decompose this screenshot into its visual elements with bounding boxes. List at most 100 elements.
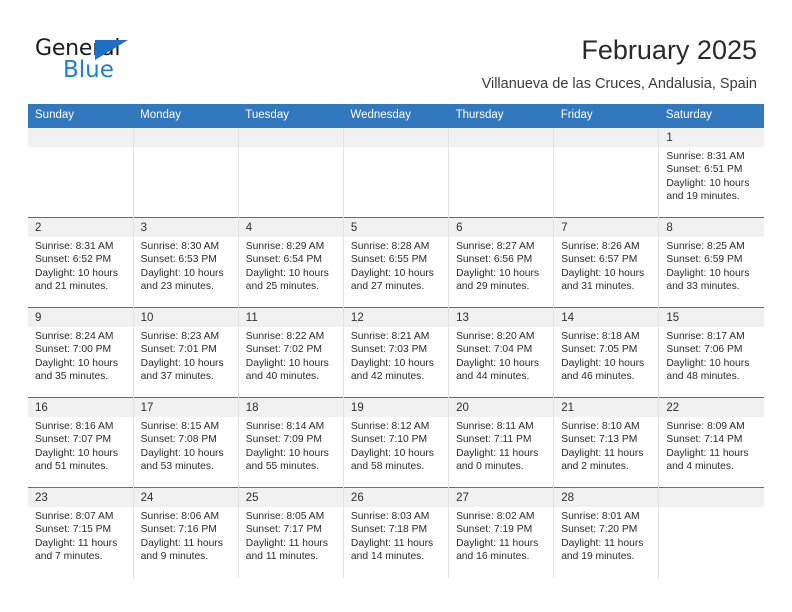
daylight-text-line1: Daylight: 10 hours [350,267,434,279]
sunset-text: Sunset: 7:03 PM [350,344,428,356]
daylight-text-line2: and 25 minutes. [245,281,320,293]
sunrise-text: Sunrise: 8:06 AM [140,511,220,522]
calendar-day-cell[interactable]: 14 Sunrise: 8:18 AM Sunset: 7:05 PM Dayligh… [553,307,659,398]
calendar-day-cell[interactable]: 28 Sunrise: 8:01 AM Sunset: 7:20 PM Dayligh… [553,487,659,578]
daylight-text-line2: and 35 minutes. [35,371,109,383]
calendar-day-cell[interactable]: 26 Sunrise: 8:03 AM Sunset: 7:18 PM Dayligh… [342,487,449,578]
daylight-text-line2: and 33 minutes. [666,281,740,293]
calendar-day-cell[interactable]: 6 Sunrise: 8:27 AM Sunset: 6:56 PM Daylight… [448,217,554,308]
calendar-day-cell[interactable]: 19 Sunrise: 8:12 AM Sunset: 7:10 PM Dayligh… [342,397,449,488]
calendar-day-cell[interactable]: 20 Sunrise: 8:11 AM Sunset: 7:11 PM Dayligh… [448,397,554,488]
calendar-day-cell[interactable]: 15 Sunrise: 8:17 AM Sunset: 7:06 PM Dayligh… [658,307,764,398]
daylight-text-line2: and 9 minutes. [140,551,209,563]
calendar-day-cell[interactable]: 2 Sunrise: 8:31 AM Sunset: 6:52 PM Daylight… [28,217,134,308]
day-number [28,128,133,147]
day-number: 26 [343,488,449,507]
sunset-text: Sunset: 7:13 PM [561,434,638,446]
day-details: Sunrise: 8:21 AM Sunset: 7:03 PM Daylight:… [344,327,448,384]
sunrise-text: Sunrise: 8:12 AM [350,421,430,432]
calendar-day-cell-empty [237,127,344,218]
calendar-day-cell[interactable]: 21 Sunrise: 8:10 AM Sunset: 7:13 PM Dayligh… [553,397,659,488]
sunrise-text: Sunrise: 8:23 AM [140,331,220,342]
daylight-text-line1: Daylight: 11 hours [561,537,644,549]
calendar-day-cell[interactable]: 10 Sunrise: 8:23 AM Sunset: 7:01 PM Dayligh… [132,307,239,398]
calendar-day-cell[interactable]: 16 Sunrise: 8:16 AM Sunset: 7:07 PM Dayligh… [28,397,134,488]
calendar-day-cell[interactable]: 1 Sunrise: 8:31 AM Sunset: 6:51 PM Daylight… [658,127,764,218]
calendar-day-cell[interactable]: 8 Sunrise: 8:25 AM Sunset: 6:59 PM Daylight… [658,217,764,308]
daylight-text-line2: and 37 minutes. [140,371,214,383]
calendar-day-cell[interactable]: 24 Sunrise: 8:06 AM Sunset: 7:16 PM Dayligh… [132,487,239,578]
sunset-text: Sunset: 7:18 PM [350,524,428,536]
daylight-text-line1: Daylight: 11 hours [35,537,118,549]
calendar-week-row: 2 Sunrise: 8:31 AM Sunset: 6:52 PM Daylight… [28,217,764,308]
calendar-day-cell[interactable]: 7 Sunrise: 8:26 AM Sunset: 6:57 PM Daylight… [553,217,659,308]
calendar-day-cell[interactable]: 25 Sunrise: 8:05 AM Sunset: 7:17 PM Dayligh… [237,487,344,578]
day-number: 11 [238,308,343,327]
calendar-day-cell[interactable]: 11 Sunrise: 8:22 AM Sunset: 7:02 PM Dayligh… [237,307,344,398]
sunrise-text: Sunrise: 8:16 AM [35,421,114,432]
daylight-text-line1: Daylight: 10 hours [140,357,224,369]
sunset-text: Sunset: 7:05 PM [561,344,638,356]
sunset-text: Sunset: 7:20 PM [561,524,638,536]
daylight-text-line1: Daylight: 10 hours [35,357,118,369]
daylight-text-line2: and 23 minutes. [140,281,214,293]
sunrise-text: Sunrise: 8:11 AM [456,421,534,432]
calendar-day-cell[interactable]: 27 Sunrise: 8:02 AM Sunset: 7:19 PM Dayligh… [448,487,554,578]
sunset-text: Sunset: 7:17 PM [245,524,322,536]
daylight-text-line2: and 11 minutes. [245,551,319,563]
sunrise-text: Sunrise: 8:30 AM [140,241,220,252]
calendar-table: Sunday Monday Tuesday Wednesday Thursday… [28,104,764,578]
calendar-day-cell[interactable]: 22 Sunrise: 8:09 AM Sunset: 7:14 PM Dayligh… [658,397,764,488]
weekday-header-saturday: Saturday [658,104,764,128]
day-number: 14 [554,308,659,327]
sunset-text: Sunset: 6:54 PM [245,254,322,266]
day-number: 25 [238,488,343,507]
day-number: 16 [28,398,133,417]
calendar-day-cell[interactable]: 23 Sunrise: 8:07 AM Sunset: 7:15 PM Dayligh… [28,487,134,578]
calendar-day-cell[interactable]: 5 Sunrise: 8:28 AM Sunset: 6:55 PM Daylight… [342,217,449,308]
daylight-text-line2: and 4 minutes. [666,461,734,473]
daylight-text-line2: and 48 minutes. [666,371,740,383]
daylight-text-line1: Daylight: 11 hours [140,537,223,549]
day-details: Sunrise: 8:12 AM Sunset: 7:10 PM Daylight:… [344,417,448,474]
sunset-text: Sunset: 6:59 PM [666,254,743,266]
calendar-day-cell[interactable]: 9 Sunrise: 8:24 AM Sunset: 7:00 PM Daylight… [28,307,134,398]
daylight-text-line2: and 55 minutes. [245,461,320,473]
sunrise-text: Sunrise: 8:01 AM [561,511,640,522]
sunrise-text: Sunrise: 8:10 AM [561,421,640,432]
day-number [659,488,764,507]
day-number: 27 [449,488,554,507]
day-number: 13 [449,308,554,327]
day-number: 12 [343,308,449,327]
day-details: Sunrise: 8:06 AM Sunset: 7:16 PM Daylight:… [134,507,238,564]
day-number: 17 [133,398,238,417]
day-details: Sunrise: 8:24 AM Sunset: 7:00 PM Daylight:… [28,327,133,384]
calendar-day-cell[interactable]: 13 Sunrise: 8:20 AM Sunset: 7:04 PM Dayligh… [448,307,554,398]
daylight-text-line2: and 0 minutes. [456,461,524,473]
calendar-day-cell[interactable]: 18 Sunrise: 8:14 AM Sunset: 7:09 PM Dayligh… [237,397,344,488]
sunset-text: Sunset: 7:08 PM [140,434,217,446]
daylight-text-line1: Daylight: 11 hours [666,447,749,459]
day-details: Sunrise: 8:30 AM Sunset: 6:53 PM Daylight:… [134,237,238,294]
calendar-week-row: 16 Sunrise: 8:16 AM Sunset: 7:07 PM Dayligh… [28,397,764,488]
weekday-header-sunday: Sunday [28,104,134,128]
daylight-text-line1: Daylight: 10 hours [456,267,540,279]
calendar-day-cell[interactable]: 12 Sunrise: 8:21 AM Sunset: 7:03 PM Dayligh… [342,307,449,398]
day-details: Sunrise: 8:22 AM Sunset: 7:02 PM Daylight:… [239,327,343,384]
calendar-day-cell[interactable]: 17 Sunrise: 8:15 AM Sunset: 7:08 PM Dayligh… [132,397,239,488]
calendar-day-cell[interactable]: 3 Sunrise: 8:30 AM Sunset: 6:53 PM Daylight… [132,217,239,308]
general-blue-logo: General Blue [35,36,165,84]
day-number: 3 [133,218,238,237]
daylight-text-line2: and 58 minutes. [350,461,425,473]
day-details: Sunrise: 8:14 AM Sunset: 7:09 PM Daylight:… [239,417,343,474]
daylight-text-line1: Daylight: 10 hours [140,447,224,459]
day-number: 6 [449,218,554,237]
day-number [238,128,343,147]
sunrise-text: Sunrise: 8:22 AM [245,331,325,342]
weekday-header-wednesday: Wednesday [343,104,449,128]
day-number: 20 [449,398,554,417]
sunrise-text: Sunrise: 8:05 AM [245,511,325,522]
calendar-day-cell[interactable]: 4 Sunrise: 8:29 AM Sunset: 6:54 PM Daylight… [237,217,344,308]
sunset-text: Sunset: 6:56 PM [456,254,533,266]
daylight-text-line2: and 16 minutes. [456,551,530,563]
